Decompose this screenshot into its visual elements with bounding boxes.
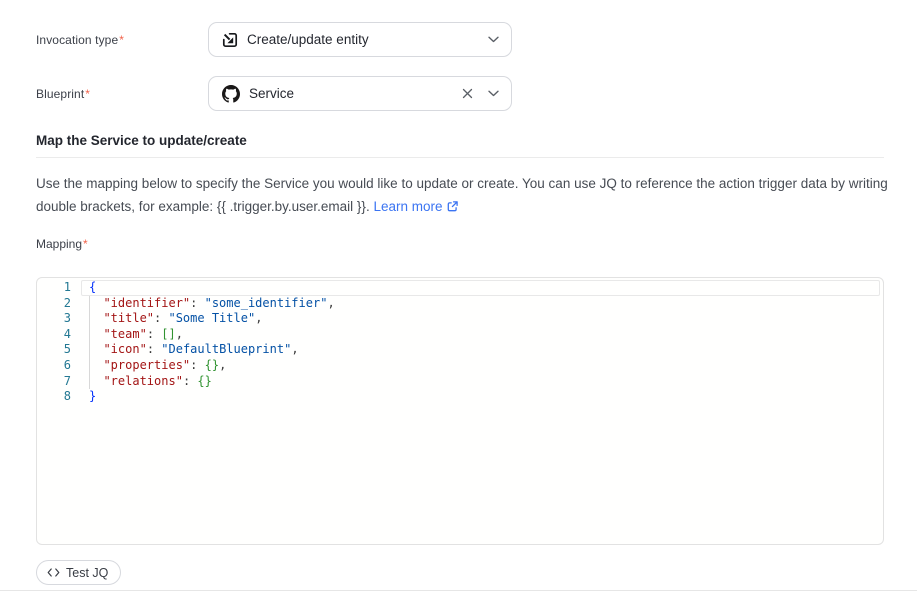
code-line[interactable]: 8} — [37, 389, 883, 405]
learn-more-label: Learn more — [373, 199, 442, 214]
mapping-code-editor[interactable]: 1{2 "identifier": "some_identifier",3 "t… — [36, 277, 884, 545]
code-line[interactable]: 7 "relations": {} — [37, 374, 883, 390]
clear-icon[interactable] — [460, 86, 475, 101]
section-divider — [36, 157, 884, 158]
mapping-description: Use the mapping below to specify the Ser… — [36, 172, 888, 220]
required-asterisk: * — [83, 237, 88, 251]
chevron-down-icon[interactable] — [488, 36, 499, 43]
code-brackets-icon — [47, 568, 60, 577]
mapping-label-text: Mapping — [36, 237, 82, 251]
line-number: 6 — [37, 358, 71, 374]
mapping-field-label: Mapping* — [36, 237, 88, 251]
test-jq-button[interactable]: Test JQ — [36, 560, 121, 585]
line-number: 2 — [37, 296, 71, 312]
blueprint-select[interactable]: Service — [208, 76, 512, 111]
create-update-entity-icon — [222, 32, 238, 48]
code-line[interactable]: 4 "team": [], — [37, 327, 883, 343]
invocation-type-row: Invocation type* Create/update entity — [36, 22, 884, 57]
test-jq-label: Test JQ — [66, 566, 108, 580]
code-editor-lines: 1{2 "identifier": "some_identifier",3 "t… — [37, 278, 883, 405]
invocation-type-value: Create/update entity — [247, 32, 479, 47]
learn-more-link[interactable]: Learn more — [373, 199, 458, 214]
line-number: 8 — [37, 389, 71, 405]
line-number: 3 — [37, 311, 71, 327]
blueprint-value: Service — [249, 86, 451, 101]
code-line[interactable]: 5 "icon": "DefaultBlueprint", — [37, 342, 883, 358]
blueprint-row: Blueprint* Service — [36, 76, 884, 111]
code-line[interactable]: 2 "identifier": "some_identifier", — [37, 296, 883, 312]
invocation-type-label-text: Invocation type — [36, 33, 118, 47]
code-line[interactable]: 1{ — [37, 280, 883, 296]
line-number: 5 — [37, 342, 71, 358]
mapping-description-text: Use the mapping below to specify the Ser… — [36, 176, 888, 214]
section-title: Map the Service to update/create — [36, 133, 247, 148]
code-line[interactable]: 3 "title": "Some Title", — [37, 311, 883, 327]
line-number: 4 — [37, 327, 71, 343]
line-number: 1 — [37, 280, 71, 296]
required-asterisk: * — [85, 87, 90, 101]
external-link-icon — [446, 201, 459, 216]
blueprint-label-text: Blueprint — [36, 87, 84, 101]
invocation-type-label: Invocation type* — [36, 33, 208, 47]
github-icon — [222, 85, 240, 103]
code-line[interactable]: 6 "properties": {}, — [37, 358, 883, 374]
bottom-divider — [0, 590, 917, 591]
line-number: 7 — [37, 374, 71, 390]
chevron-down-icon[interactable] — [488, 90, 499, 97]
blueprint-label: Blueprint* — [36, 87, 208, 101]
invocation-type-select[interactable]: Create/update entity — [208, 22, 512, 57]
required-asterisk: * — [119, 33, 124, 47]
